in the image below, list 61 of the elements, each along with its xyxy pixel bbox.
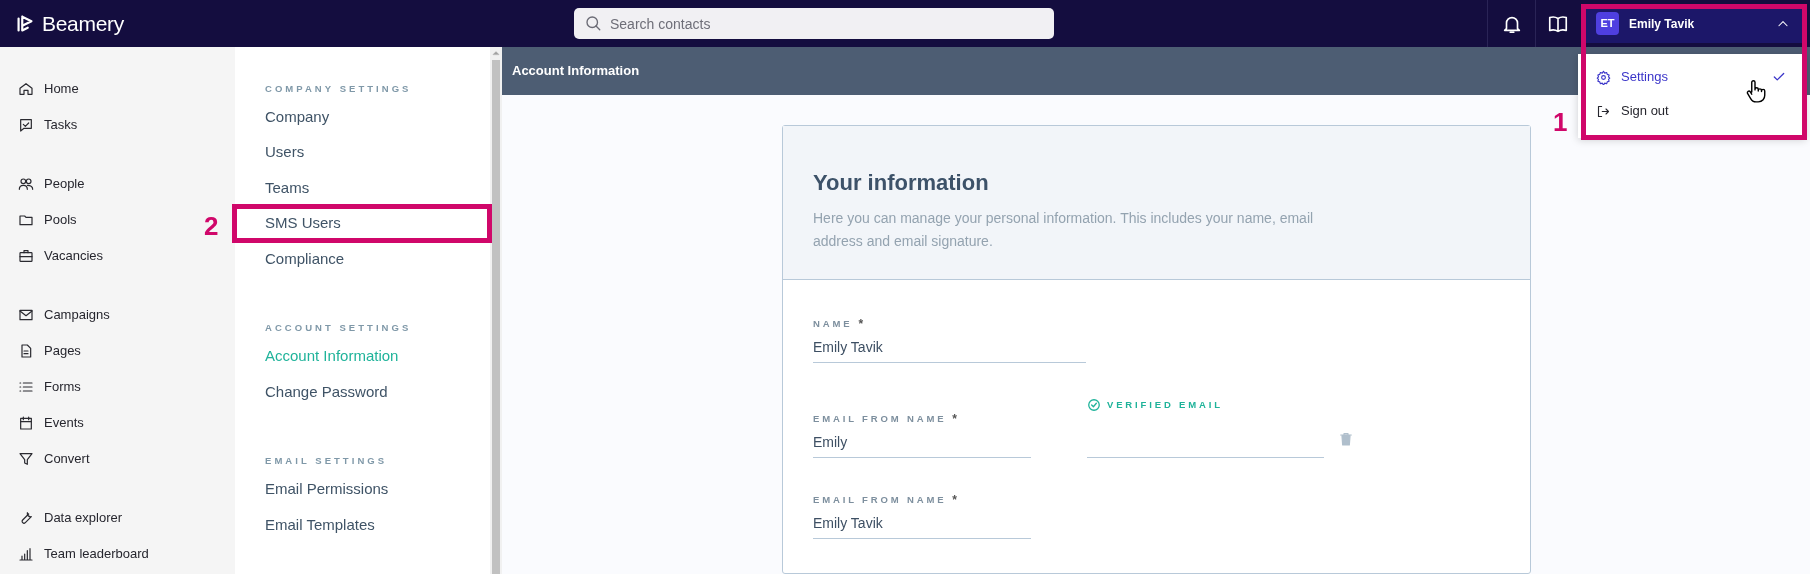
field-label: EMAIL FROM NAME xyxy=(813,492,947,507)
calendar-icon xyxy=(18,415,34,431)
page-title: Account Information xyxy=(512,62,640,81)
document-icon xyxy=(18,343,34,359)
card-title: Your information xyxy=(813,169,990,197)
required-mark: * xyxy=(952,411,958,428)
field-label: NAME xyxy=(813,316,853,331)
mail-icon xyxy=(18,307,34,323)
people-icon xyxy=(18,176,34,192)
sidebar-item[interactable]: Events xyxy=(18,405,84,441)
scrollbar[interactable] xyxy=(490,47,502,574)
section-heading: COMPANY SETTINGS xyxy=(265,81,413,96)
check-circle-icon xyxy=(1087,398,1101,412)
required-mark: * xyxy=(858,316,864,333)
settings-nav-item[interactable]: Compliance xyxy=(265,247,345,270)
filter-icon xyxy=(18,451,34,467)
settings-nav-item[interactable]: Company xyxy=(265,105,330,128)
sidebar-item[interactable]: Tasks xyxy=(18,107,78,143)
sidebar-item[interactable]: Data explorer xyxy=(18,500,123,536)
sign-out-icon xyxy=(1596,103,1611,119)
scroll-up-icon xyxy=(492,49,500,57)
bar-chart-icon xyxy=(18,546,34,562)
input-field[interactable]: Emily Tavik xyxy=(813,332,1086,363)
settings-nav-item[interactable]: Email Permissions xyxy=(265,478,389,501)
settings-nav-item[interactable]: Teams xyxy=(265,176,310,199)
field-label: EMAIL FROM NAME xyxy=(813,411,947,426)
user-name: Emily Tavik xyxy=(1629,15,1696,33)
settings-nav-item[interactable]: Email Templates xyxy=(265,513,375,536)
gear-icon xyxy=(1596,69,1611,85)
list-icon xyxy=(18,379,34,395)
sidebar-item[interactable]: Home xyxy=(18,71,79,107)
scrollbar-thumb[interactable] xyxy=(492,60,500,574)
sidebar-item[interactable]: Forms xyxy=(18,369,81,405)
card-description: Here you can manage your personal information. This includes your name, email address and email signature. xyxy=(813,209,1315,251)
input-field[interactable]: Emily Tavik xyxy=(813,508,1031,539)
briefcase-icon xyxy=(18,248,34,264)
sidebar-item[interactable]: Pages xyxy=(18,333,81,369)
home-icon xyxy=(18,81,34,97)
required-mark: * xyxy=(952,492,958,509)
input-field[interactable]: Emily xyxy=(813,427,1031,458)
annotation-number: 2 xyxy=(204,209,219,243)
search-field[interactable]: Search contacts xyxy=(574,8,1054,39)
section-heading: ACCOUNT SETTINGS xyxy=(265,321,413,336)
logo-text: Beamery xyxy=(42,10,124,37)
sidebar-item[interactable]: Team leaderboard xyxy=(18,536,149,572)
settings-nav-item[interactable]: Users xyxy=(265,141,305,164)
avatar: ET xyxy=(1596,12,1619,35)
checkmark-icon xyxy=(1772,70,1786,84)
sidebar-item[interactable]: Convert xyxy=(18,441,90,477)
sidebar-item[interactable]: Campaigns xyxy=(18,297,110,333)
chat-check-icon xyxy=(18,117,34,133)
verified-label: VERIFIED EMAIL xyxy=(1107,397,1223,412)
settings-nav-item[interactable]: Change Password xyxy=(265,380,388,403)
folder-icon xyxy=(18,212,34,228)
sidebar-item[interactable]: People xyxy=(18,166,85,202)
settings-nav-item[interactable]: SMS Users xyxy=(265,212,341,235)
section-heading: EMAIL SETTINGS xyxy=(265,454,389,469)
sidebar-item[interactable]: Pools xyxy=(18,202,77,238)
search-icon xyxy=(584,14,602,32)
sidebar-item[interactable]: Vacancies xyxy=(18,238,103,274)
annotation-number: 1 xyxy=(1553,106,1568,139)
